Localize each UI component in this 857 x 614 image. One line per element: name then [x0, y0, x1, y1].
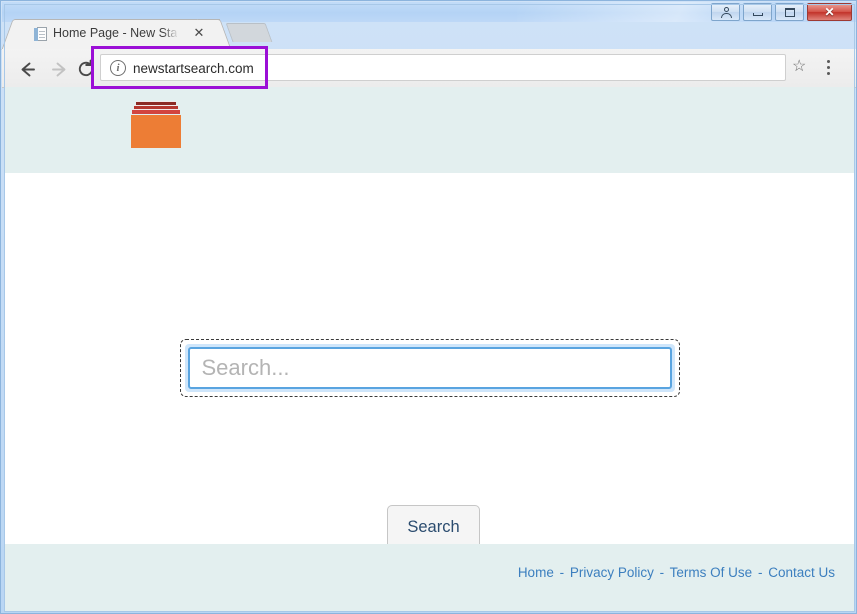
page-footer-band: Home - Privacy Policy - Terms Of Use - C… [5, 544, 854, 611]
browser-menu-button[interactable] [827, 60, 831, 78]
back-arrow-icon [21, 62, 35, 76]
address-bar-url: newstartsearch.com [133, 61, 254, 76]
forward-button[interactable] [47, 57, 71, 81]
footer-link-privacy-policy[interactable]: Privacy Policy [570, 565, 654, 580]
menu-dot [827, 66, 830, 69]
page-viewport: Search Home - Privacy Policy - Terms Of … [5, 87, 854, 611]
footer-link-home[interactable]: Home [518, 565, 554, 580]
menu-dot [827, 60, 830, 63]
search-focus-ring [179, 339, 680, 397]
footer-link-terms-of-use[interactable]: Terms Of Use [670, 565, 753, 580]
back-button[interactable] [15, 57, 39, 81]
browser-window: ✕ Home Page - New Start S ✕ [0, 0, 857, 614]
address-bar[interactable]: i newstartsearch.com [100, 54, 786, 81]
footer-separator: - [659, 565, 665, 580]
search-button[interactable]: Search [387, 505, 480, 549]
page-favicon-icon [34, 27, 47, 42]
reload-icon [78, 59, 94, 77]
search-area [5, 339, 854, 397]
bookmark-star-icon[interactable]: ☆ [792, 59, 806, 75]
forward-arrow-icon [51, 62, 65, 76]
footer-separator: - [757, 565, 763, 580]
page-header-band [5, 87, 854, 173]
site-logo-icon [131, 100, 186, 148]
search-focus-glow [184, 344, 675, 392]
footer-link-contact-us[interactable]: Contact Us [768, 565, 835, 580]
tab-close-icon[interactable]: ✕ [191, 25, 207, 41]
footer-separator: - [559, 565, 565, 580]
footer-links: Home - Privacy Policy - Terms Of Use - C… [518, 565, 835, 580]
reload-button[interactable] [74, 57, 98, 81]
search-input[interactable] [187, 347, 672, 389]
menu-dot [827, 72, 830, 75]
browser-toolbar: i newstartsearch.com ☆ [2, 49, 856, 88]
tab-title: Home Page - New Start S [53, 26, 177, 40]
new-tab-button[interactable] [225, 23, 273, 42]
site-info-icon[interactable]: i [110, 60, 126, 76]
